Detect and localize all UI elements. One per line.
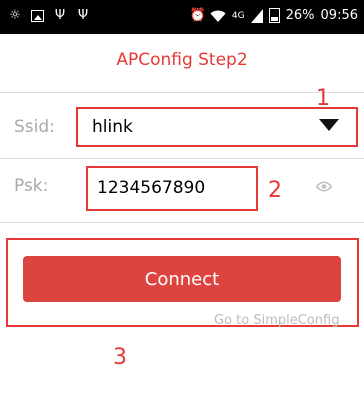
divider xyxy=(0,158,364,159)
eye-icon[interactable] xyxy=(316,181,332,192)
divider xyxy=(0,222,364,223)
psk-value: 1234567890 xyxy=(97,178,206,198)
battery-percent: 26% xyxy=(285,8,315,23)
status-bar: ☼ Ψ Ψ ⏰ 4G 26% 09:56 xyxy=(0,0,364,34)
simpleconfig-link[interactable]: Go to SimpleConfig xyxy=(214,313,339,328)
status-time: 09:56 xyxy=(320,8,358,23)
usb-icon: Ψ xyxy=(54,8,66,23)
usb-icon: Ψ xyxy=(77,8,89,23)
ssid-label: Ssid: xyxy=(14,117,55,137)
page-title: APConfig Step2 xyxy=(116,50,248,70)
annotation-marker-2: 2 xyxy=(268,178,282,203)
annotation-marker-3: 3 xyxy=(113,345,127,370)
alarm-icon: ⏰ xyxy=(189,7,207,23)
divider xyxy=(0,92,364,93)
status-left-icons: ☼ Ψ Ψ xyxy=(8,9,90,23)
network-type: 4G xyxy=(231,10,245,21)
signal-icon xyxy=(250,8,263,23)
chevron-down-icon[interactable] xyxy=(319,119,339,131)
ssid-value: hlink xyxy=(92,117,133,137)
annotation-marker-1: 1 xyxy=(316,86,330,111)
status-right-icons: ⏰ 4G 26% 09:56 xyxy=(190,8,358,23)
battery-icon xyxy=(268,8,280,23)
brightness-icon: ☼ xyxy=(9,8,21,23)
wifi-icon xyxy=(210,10,226,22)
image-icon xyxy=(31,10,44,22)
connect-button[interactable]: Connect xyxy=(23,256,341,302)
psk-label: Psk: xyxy=(14,176,49,196)
